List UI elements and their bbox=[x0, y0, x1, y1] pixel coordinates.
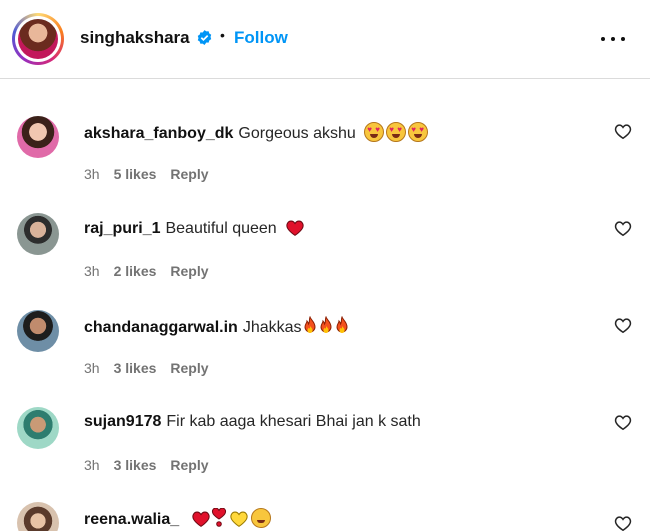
commenter-avatar[interactable] bbox=[17, 116, 59, 158]
reply-button[interactable]: Reply bbox=[170, 166, 208, 182]
yellow-heart-emoji-icon bbox=[230, 511, 248, 527]
commenter-avatar[interactable] bbox=[17, 407, 59, 449]
heart-exclamation-emoji-icon bbox=[211, 508, 226, 527]
comment-item: raj_puri_1 Beautiful queen 3h 2 likes Reply bbox=[0, 213, 650, 310]
verified-badge-icon bbox=[197, 30, 212, 45]
comment-username[interactable]: reena.walia_ bbox=[84, 511, 179, 528]
post-header: singhakshara • Follow bbox=[0, 0, 650, 79]
reply-button[interactable]: Reply bbox=[170, 457, 208, 473]
previous-comment-fragment bbox=[170, 76, 230, 80]
like-heart-icon[interactable] bbox=[614, 220, 632, 237]
comment-item: sujan9178 Fir kab aaga khesari Bhai jan k… bbox=[0, 407, 650, 504]
profile-avatar[interactable] bbox=[12, 13, 64, 65]
more-options-icon[interactable] bbox=[600, 30, 626, 46]
comment-likes[interactable]: 5 likes bbox=[114, 166, 157, 182]
comment-item: chandanaggarwal.in Jhakkas 3h 3 likes Reply bbox=[0, 310, 650, 407]
comment-username[interactable]: chandanaggarwal.in bbox=[84, 319, 238, 336]
comment-username[interactable]: raj_puri_1 bbox=[84, 220, 160, 237]
comment-text: Gorgeous akshu bbox=[238, 125, 356, 142]
comment-time: 3h bbox=[84, 263, 100, 279]
comment-text-line: akshara_fanboy_dk Gorgeous akshu ♥ ♥ ♥ ♥ ♥ ♥ bbox=[84, 122, 430, 143]
comment-meta: 3h 2 likes Reply bbox=[84, 263, 223, 279]
comment-meta: 3h 3 likes Reply bbox=[84, 457, 223, 473]
comment-text: Jhakkas bbox=[242, 319, 302, 336]
heart-eyes-emoji-icon: ♥ ♥ bbox=[386, 122, 407, 142]
comment-likes[interactable]: 3 likes bbox=[114, 360, 157, 376]
comment-username[interactable]: akshara_fanboy_dk bbox=[84, 125, 233, 142]
comment-text: Beautiful queen bbox=[165, 220, 277, 237]
heart-eyes-emoji-icon: ♥ ♥ bbox=[364, 122, 385, 142]
like-heart-icon[interactable] bbox=[614, 123, 632, 140]
smiling-face-emoji-icon bbox=[250, 508, 271, 528]
header-username[interactable]: singhakshara bbox=[80, 28, 190, 48]
comment-time: 3h bbox=[84, 360, 100, 376]
red-heart-emoji-icon bbox=[192, 511, 210, 527]
comment-text-line: raj_puri_1 Beautiful queen bbox=[84, 219, 305, 238]
follow-button[interactable]: Follow bbox=[234, 28, 288, 48]
like-heart-icon[interactable] bbox=[614, 515, 632, 531]
comment-text-line: sujan9178 Fir kab aaga khesari Bhai jan k… bbox=[84, 413, 421, 431]
fire-emoji-icon bbox=[304, 316, 316, 333]
red-heart-emoji-icon bbox=[286, 220, 304, 236]
avatar-photo bbox=[18, 19, 58, 59]
comment-item: akshara_fanboy_dk Gorgeous akshu ♥ ♥ ♥ ♥ ♥ ♥… bbox=[0, 116, 650, 213]
commenter-avatar[interactable] bbox=[17, 310, 59, 352]
comment-text-line: reena.walia_ bbox=[84, 508, 273, 529]
heart-eyes-emoji-icon: ♥ ♥ bbox=[408, 122, 429, 142]
comment-time: 3h bbox=[84, 457, 100, 473]
commenter-avatar[interactable] bbox=[17, 502, 59, 531]
comment-item: reena.walia_ bbox=[0, 502, 650, 531]
comment-meta: 3h 3 likes Reply bbox=[84, 360, 223, 376]
fire-emoji-icon bbox=[320, 316, 332, 333]
reply-button[interactable]: Reply bbox=[170, 360, 208, 376]
comment-likes[interactable]: 2 likes bbox=[114, 263, 157, 279]
header-separator: • bbox=[220, 27, 225, 43]
reply-button[interactable]: Reply bbox=[170, 263, 208, 279]
commenter-avatar[interactable] bbox=[17, 213, 59, 255]
comment-username[interactable]: sujan9178 bbox=[84, 413, 161, 430]
fire-emoji-icon bbox=[336, 316, 348, 333]
comment-meta: 3h 5 likes Reply bbox=[84, 166, 223, 182]
comment-likes[interactable]: 3 likes bbox=[114, 457, 157, 473]
like-heart-icon[interactable] bbox=[614, 414, 632, 431]
comment-time: 3h bbox=[84, 166, 100, 182]
like-heart-icon[interactable] bbox=[614, 317, 632, 334]
comment-text: Fir kab aaga khesari Bhai jan k sath bbox=[166, 413, 421, 430]
comment-text-line: chandanaggarwal.in Jhakkas bbox=[84, 316, 350, 337]
